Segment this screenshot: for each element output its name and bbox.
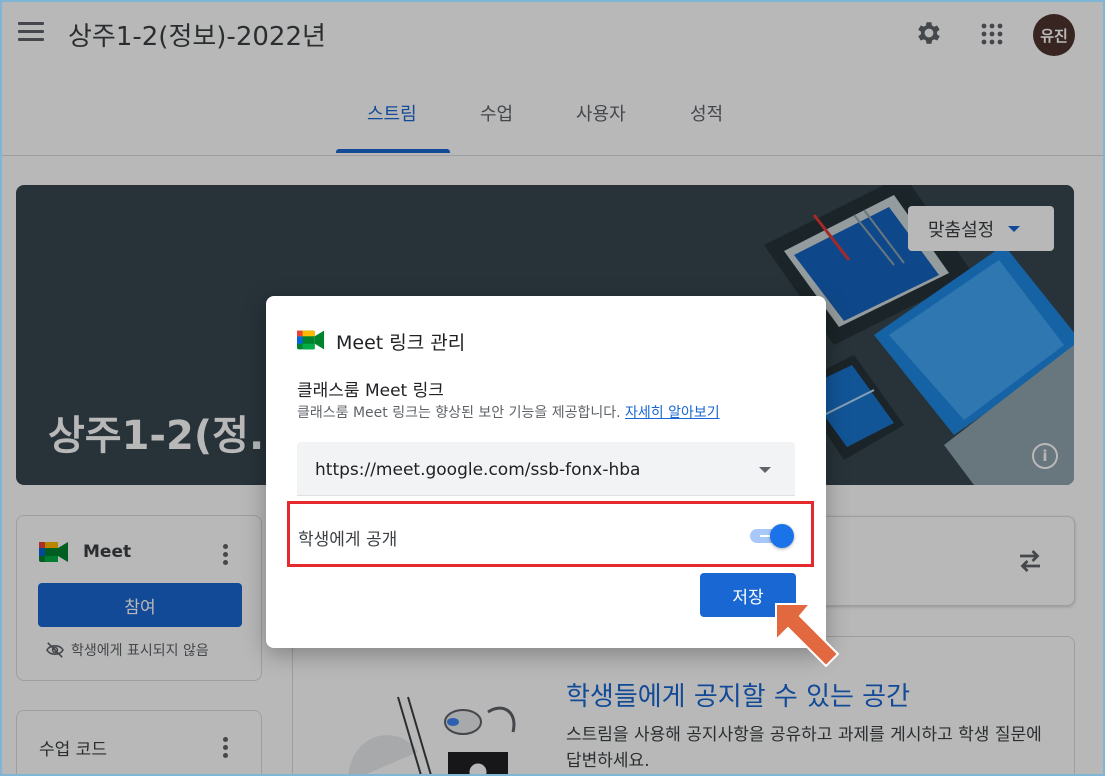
visible-to-students-row: 학생에게 공개 <box>287 501 814 567</box>
pointer-arrow-icon <box>775 603 840 668</box>
learn-more-link[interactable]: 자세히 알아보기 <box>625 405 720 421</box>
dialog-description: 클래스룸 Meet 링크는 향상된 보안 기능을 제공합니다. 자세히 알아보기 <box>297 402 720 422</box>
dropdown-arrow-icon <box>759 467 771 473</box>
visible-to-students-toggle[interactable] <box>750 524 794 548</box>
dialog-subtitle: 클래스룸 Meet 링크 <box>297 381 444 401</box>
meet-link-select[interactable]: https://meet.google.com/ssb-fonx-hba <box>297 442 795 496</box>
meet-link-value: https://meet.google.com/ssb-fonx-hba <box>315 460 641 480</box>
dialog-title: Meet 링크 관리 <box>336 332 466 354</box>
meet-link-dialog: Meet 링크 관리 클래스룸 Meet 링크 클래스룸 Meet 링크는 향상… <box>266 296 826 648</box>
visible-to-students-label: 학생에게 공개 <box>298 530 398 550</box>
google-meet-icon <box>297 330 325 350</box>
dialog-description-text: 클래스룸 Meet 링크는 향상된 보안 기능을 제공합니다. <box>297 405 621 421</box>
toggle-thumb <box>770 524 794 548</box>
toggle-bar <box>760 535 770 537</box>
classroom-window: 상주1-2(정보)-2022년 유진 스트림 수업 사용자 성적 상주1-2(정… <box>0 0 1105 776</box>
